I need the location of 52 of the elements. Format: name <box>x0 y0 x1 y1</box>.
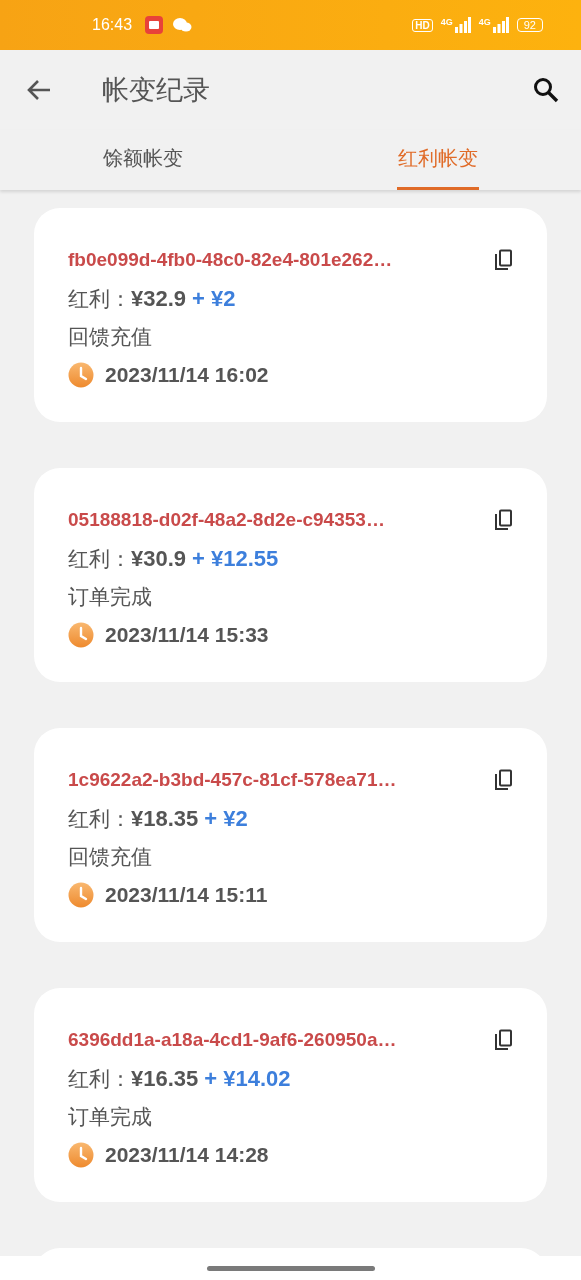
network-indicator: 4G <box>440 17 453 27</box>
copy-button[interactable] <box>493 509 513 531</box>
clock-icon <box>68 622 94 648</box>
copy-icon <box>493 1029 513 1051</box>
amount-value: ¥16.35 <box>131 1065 199 1093</box>
status-time: 16:43 <box>92 16 133 34</box>
copy-button[interactable] <box>493 1029 513 1051</box>
network-indicator: HD <box>412 18 433 32</box>
copy-icon <box>493 509 513 531</box>
signal-icon <box>492 17 509 33</box>
network-indicator: 4G <box>478 17 491 27</box>
chat-icon <box>172 16 193 34</box>
clock-icon <box>68 362 94 388</box>
copy-icon <box>493 249 513 271</box>
record-time: 2023/11/14 16:02 <box>105 363 269 387</box>
record-time: 2023/11/14 14:28 <box>105 1143 269 1167</box>
copy-button[interactable] <box>493 769 513 791</box>
record-id: 1c9622a2-b3bd-457c-81cf-578ea71… <box>68 769 397 791</box>
record-type: 订单完成 <box>68 1104 153 1130</box>
bonus-value: + ¥12.55 <box>192 545 279 573</box>
amount-value: ¥32.9 <box>131 285 187 313</box>
record-id: 05188818-d02f-48a2-8d2e-c94353… <box>68 509 385 531</box>
amount-label: 红利： <box>68 286 131 312</box>
home-indicator[interactable] <box>206 1265 375 1271</box>
amount-label: 红利： <box>68 546 131 572</box>
amount-label: 红利： <box>68 806 131 832</box>
amount-value: ¥18.35 <box>131 805 199 833</box>
copy-button[interactable] <box>493 249 513 271</box>
copy-icon <box>493 769 513 791</box>
clock-icon <box>68 1142 94 1168</box>
bonus-value: + ¥14.02 <box>204 1065 291 1093</box>
record-id: 6396dd1a-a18a-4cd1-9af6-260950a… <box>68 1029 397 1051</box>
app-icon <box>144 15 165 35</box>
record-type: 订单完成 <box>68 584 153 610</box>
record-type: 回馈充值 <box>68 844 153 870</box>
page-title: 帐变纪录 <box>102 74 211 107</box>
back-arrow-icon <box>26 79 52 101</box>
record-time: 2023/11/14 15:11 <box>105 883 268 907</box>
clock-icon <box>68 882 94 908</box>
bonus-value: + ¥2 <box>192 285 236 313</box>
bonus-value: + ¥2 <box>204 805 248 833</box>
search-icon <box>533 77 559 103</box>
battery-level: 92 <box>516 18 543 32</box>
record-time: 2023/11/14 15:33 <box>105 623 269 647</box>
record-type: 回馈充值 <box>68 324 153 350</box>
tab[interactable]: 馀额帐变 <box>102 130 184 190</box>
amount-label: 红利： <box>68 1066 131 1092</box>
back-button[interactable] <box>26 79 52 101</box>
amount-value: ¥30.9 <box>131 545 187 573</box>
search-button[interactable] <box>533 77 559 103</box>
record-id: fb0e099d-4fb0-48c0-82e4-801e262… <box>68 249 393 271</box>
signal-icon <box>454 17 471 33</box>
